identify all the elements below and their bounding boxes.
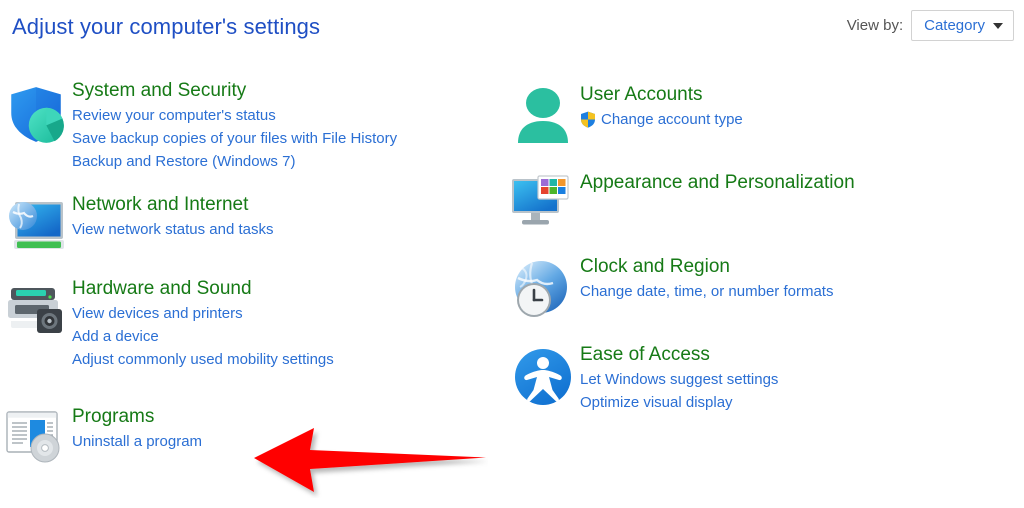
category-appearance-and-personalization[interactable]: Appearance and Personalization: [506, 170, 1016, 236]
category-text-block: Hardware and Sound View devices and prin…: [72, 276, 334, 371]
category-text-block: Network and Internet View network status…: [72, 192, 274, 241]
category-link[interactable]: Backup and Restore (Windows 7): [72, 150, 397, 173]
category-heading[interactable]: Programs: [72, 404, 202, 430]
printer-device-icon: [0, 276, 72, 342]
category-heading[interactable]: User Accounts: [580, 82, 743, 108]
page-title: Adjust your computer's settings: [12, 14, 321, 39]
category-heading[interactable]: Hardware and Sound: [72, 276, 334, 302]
category-link[interactable]: Adjust commonly used mobility settings: [72, 348, 334, 371]
category-link[interactable]: View network status and tasks: [72, 218, 274, 241]
category-column-left: System and Security Review your computer…: [0, 78, 500, 470]
category-heading[interactable]: Ease of Access: [580, 342, 778, 368]
category-link[interactable]: Review your computer's status: [72, 104, 397, 127]
view-by-control: View by: Category: [847, 10, 1014, 41]
category-heading[interactable]: Appearance and Personalization: [580, 170, 855, 196]
view-by-selected-value: Category: [924, 17, 985, 34]
category-clock-and-region[interactable]: Clock and Region Change date, time, or n…: [506, 254, 1016, 320]
category-text-block: Ease of Access Let Windows suggest setti…: [580, 342, 778, 414]
globe-monitor-icon: [0, 192, 72, 258]
view-by-label: View by:: [846, 17, 904, 34]
category-link[interactable]: Optimize visual display: [580, 391, 778, 414]
category-network-and-internet[interactable]: Network and Internet View network status…: [0, 192, 500, 258]
category-link[interactable]: Save backup copies of your files with Fi…: [72, 127, 397, 150]
category-link[interactable]: View devices and printers: [72, 302, 334, 325]
category-hardware-and-sound[interactable]: Hardware and Sound View devices and prin…: [0, 276, 500, 371]
category-programs[interactable]: Programs Uninstall a program: [0, 404, 500, 470]
category-ease-of-access[interactable]: Ease of Access Let Windows suggest setti…: [506, 342, 1016, 414]
user-person-icon: [506, 82, 580, 148]
category-heading[interactable]: System and Security: [72, 78, 397, 104]
control-panel-page: Adjust your computer's settings View by:…: [0, 0, 1024, 508]
category-column-right: User Accounts Change account type Appear…: [506, 78, 1016, 414]
category-system-and-security[interactable]: System and Security Review your computer…: [0, 78, 500, 173]
category-link[interactable]: Change date, time, or number formats: [580, 280, 833, 303]
category-link[interactable]: Add a device: [72, 325, 334, 348]
category-heading[interactable]: Network and Internet: [72, 192, 274, 218]
view-by-dropdown[interactable]: Category: [911, 10, 1014, 41]
category-text-block: User Accounts Change account type: [580, 82, 743, 131]
category-link[interactable]: Change account type: [580, 108, 743, 131]
category-text-block: Clock and Region Change date, time, or n…: [580, 254, 833, 303]
uac-shield-icon: [580, 111, 596, 128]
window-disc-icon: [0, 404, 72, 470]
shield-pie-icon: [0, 78, 72, 144]
category-link-label: Change account type: [601, 111, 743, 128]
monitor-swatches-icon: [506, 170, 580, 236]
category-heading[interactable]: Clock and Region: [580, 254, 833, 280]
chevron-down-icon: [993, 22, 1003, 29]
category-text-block: System and Security Review your computer…: [72, 78, 397, 173]
category-text-block: Programs Uninstall a program: [72, 404, 202, 453]
category-user-accounts[interactable]: User Accounts Change account type: [506, 82, 1016, 148]
category-link-uninstall-a-program[interactable]: Uninstall a program: [72, 430, 202, 453]
category-text-block: Appearance and Personalization: [580, 170, 855, 196]
globe-clock-icon: [506, 254, 580, 320]
accessibility-icon: [506, 342, 580, 408]
category-link[interactable]: Let Windows suggest settings: [580, 368, 778, 391]
